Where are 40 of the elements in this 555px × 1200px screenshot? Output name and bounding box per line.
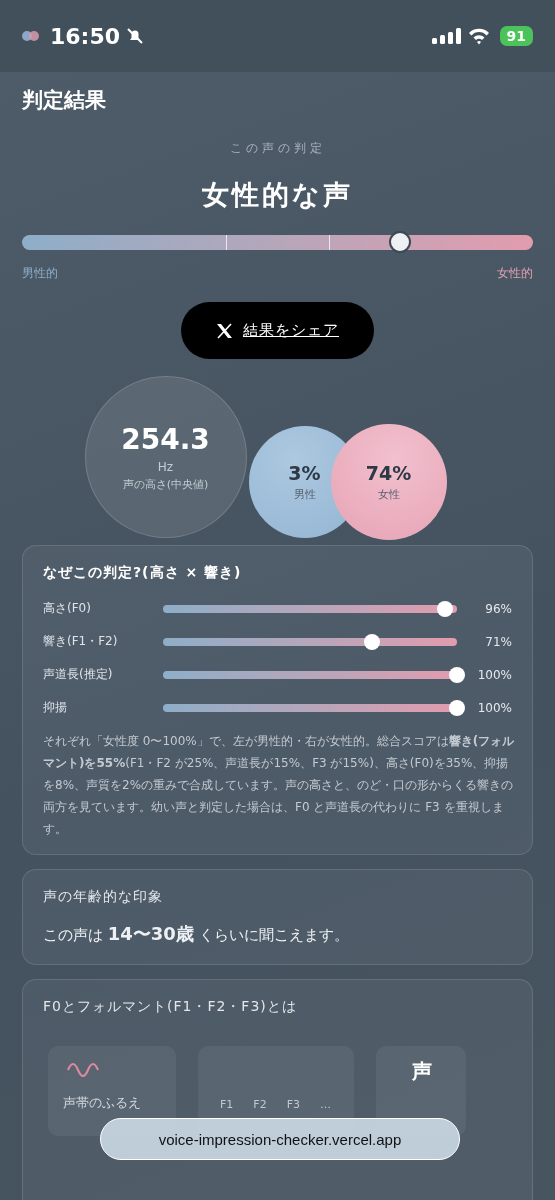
- share-button[interactable]: 結果をシェア: [181, 302, 374, 359]
- verdict-caption: この声の判定: [228, 140, 327, 157]
- age-text: この声は 14〜30歳 くらいに聞こえます。: [43, 922, 350, 946]
- formant-label: F2: [253, 1098, 267, 1111]
- formant-label: F3: [286, 1098, 300, 1111]
- factor-reading: 100%: [476, 700, 512, 715]
- factor-name: 声道長(推定): [43, 666, 114, 683]
- battery-level: 91: [499, 26, 533, 46]
- factor-name: 響き(F1・F2): [43, 633, 119, 650]
- formant-label: F1: [220, 1098, 234, 1111]
- stat-value: 74%: [365, 462, 412, 484]
- tile-label: 声: [412, 1058, 432, 1085]
- stat-label: 女性: [377, 487, 400, 502]
- formant-label: …: [320, 1098, 331, 1111]
- stat-label: 声の高さ(中央値): [122, 476, 209, 492]
- card-title: F0とフォルマント(F1・F2・F3)とは: [43, 998, 298, 1016]
- mute-icon: [126, 27, 145, 45]
- signal-icon: [431, 27, 462, 45]
- factor-name: 抑揚: [43, 699, 68, 716]
- explanation-text: それぞれ「女性度 0〜100%」で、左が男性的・右が女性的。総合スコアは響き(フォルマント)を55%(F1・F2 が25%、声道長が15%、F3 が15%)、高さ(F0)を35%、抑揚を8%、声質を2%の重みで合成しています。声の高さと、のど・口の形からくる響きの両方を見ています。幼い声と判定した場合は、F0 と声道長の代わりに F3 を重視します。: [43, 733, 516, 838]
- scale-left-label: 男性的: [22, 265, 58, 282]
- page-title: 判定結果: [22, 87, 107, 114]
- factor-reading: 96%: [484, 601, 512, 616]
- card-title: なぜこの判定?(高さ × 響き): [43, 564, 243, 582]
- stat-unit: Hz: [157, 459, 174, 474]
- status-time: 16:50: [50, 23, 121, 49]
- x-logo-icon: [216, 322, 233, 339]
- stat-label: 男性: [293, 487, 316, 502]
- logo-icon: [20, 30, 42, 42]
- factor-reading: 71%: [484, 634, 512, 649]
- wifi-icon: [467, 27, 490, 45]
- verdict-label: 女性的な声: [201, 178, 354, 212]
- url-bar[interactable]: voice-impression-checker.vercel.app: [100, 1118, 460, 1160]
- scale-right-label: 女性的: [497, 265, 533, 282]
- stat-value: 3%: [288, 462, 321, 484]
- card-title: 声の年齢的な印象: [43, 888, 164, 906]
- tile-label: 声帯のふるえ: [63, 1094, 141, 1112]
- factor-reading: 100%: [476, 667, 512, 682]
- stat-value: 254.3: [121, 422, 210, 456]
- factor-name: 高さ(F0): [43, 600, 92, 617]
